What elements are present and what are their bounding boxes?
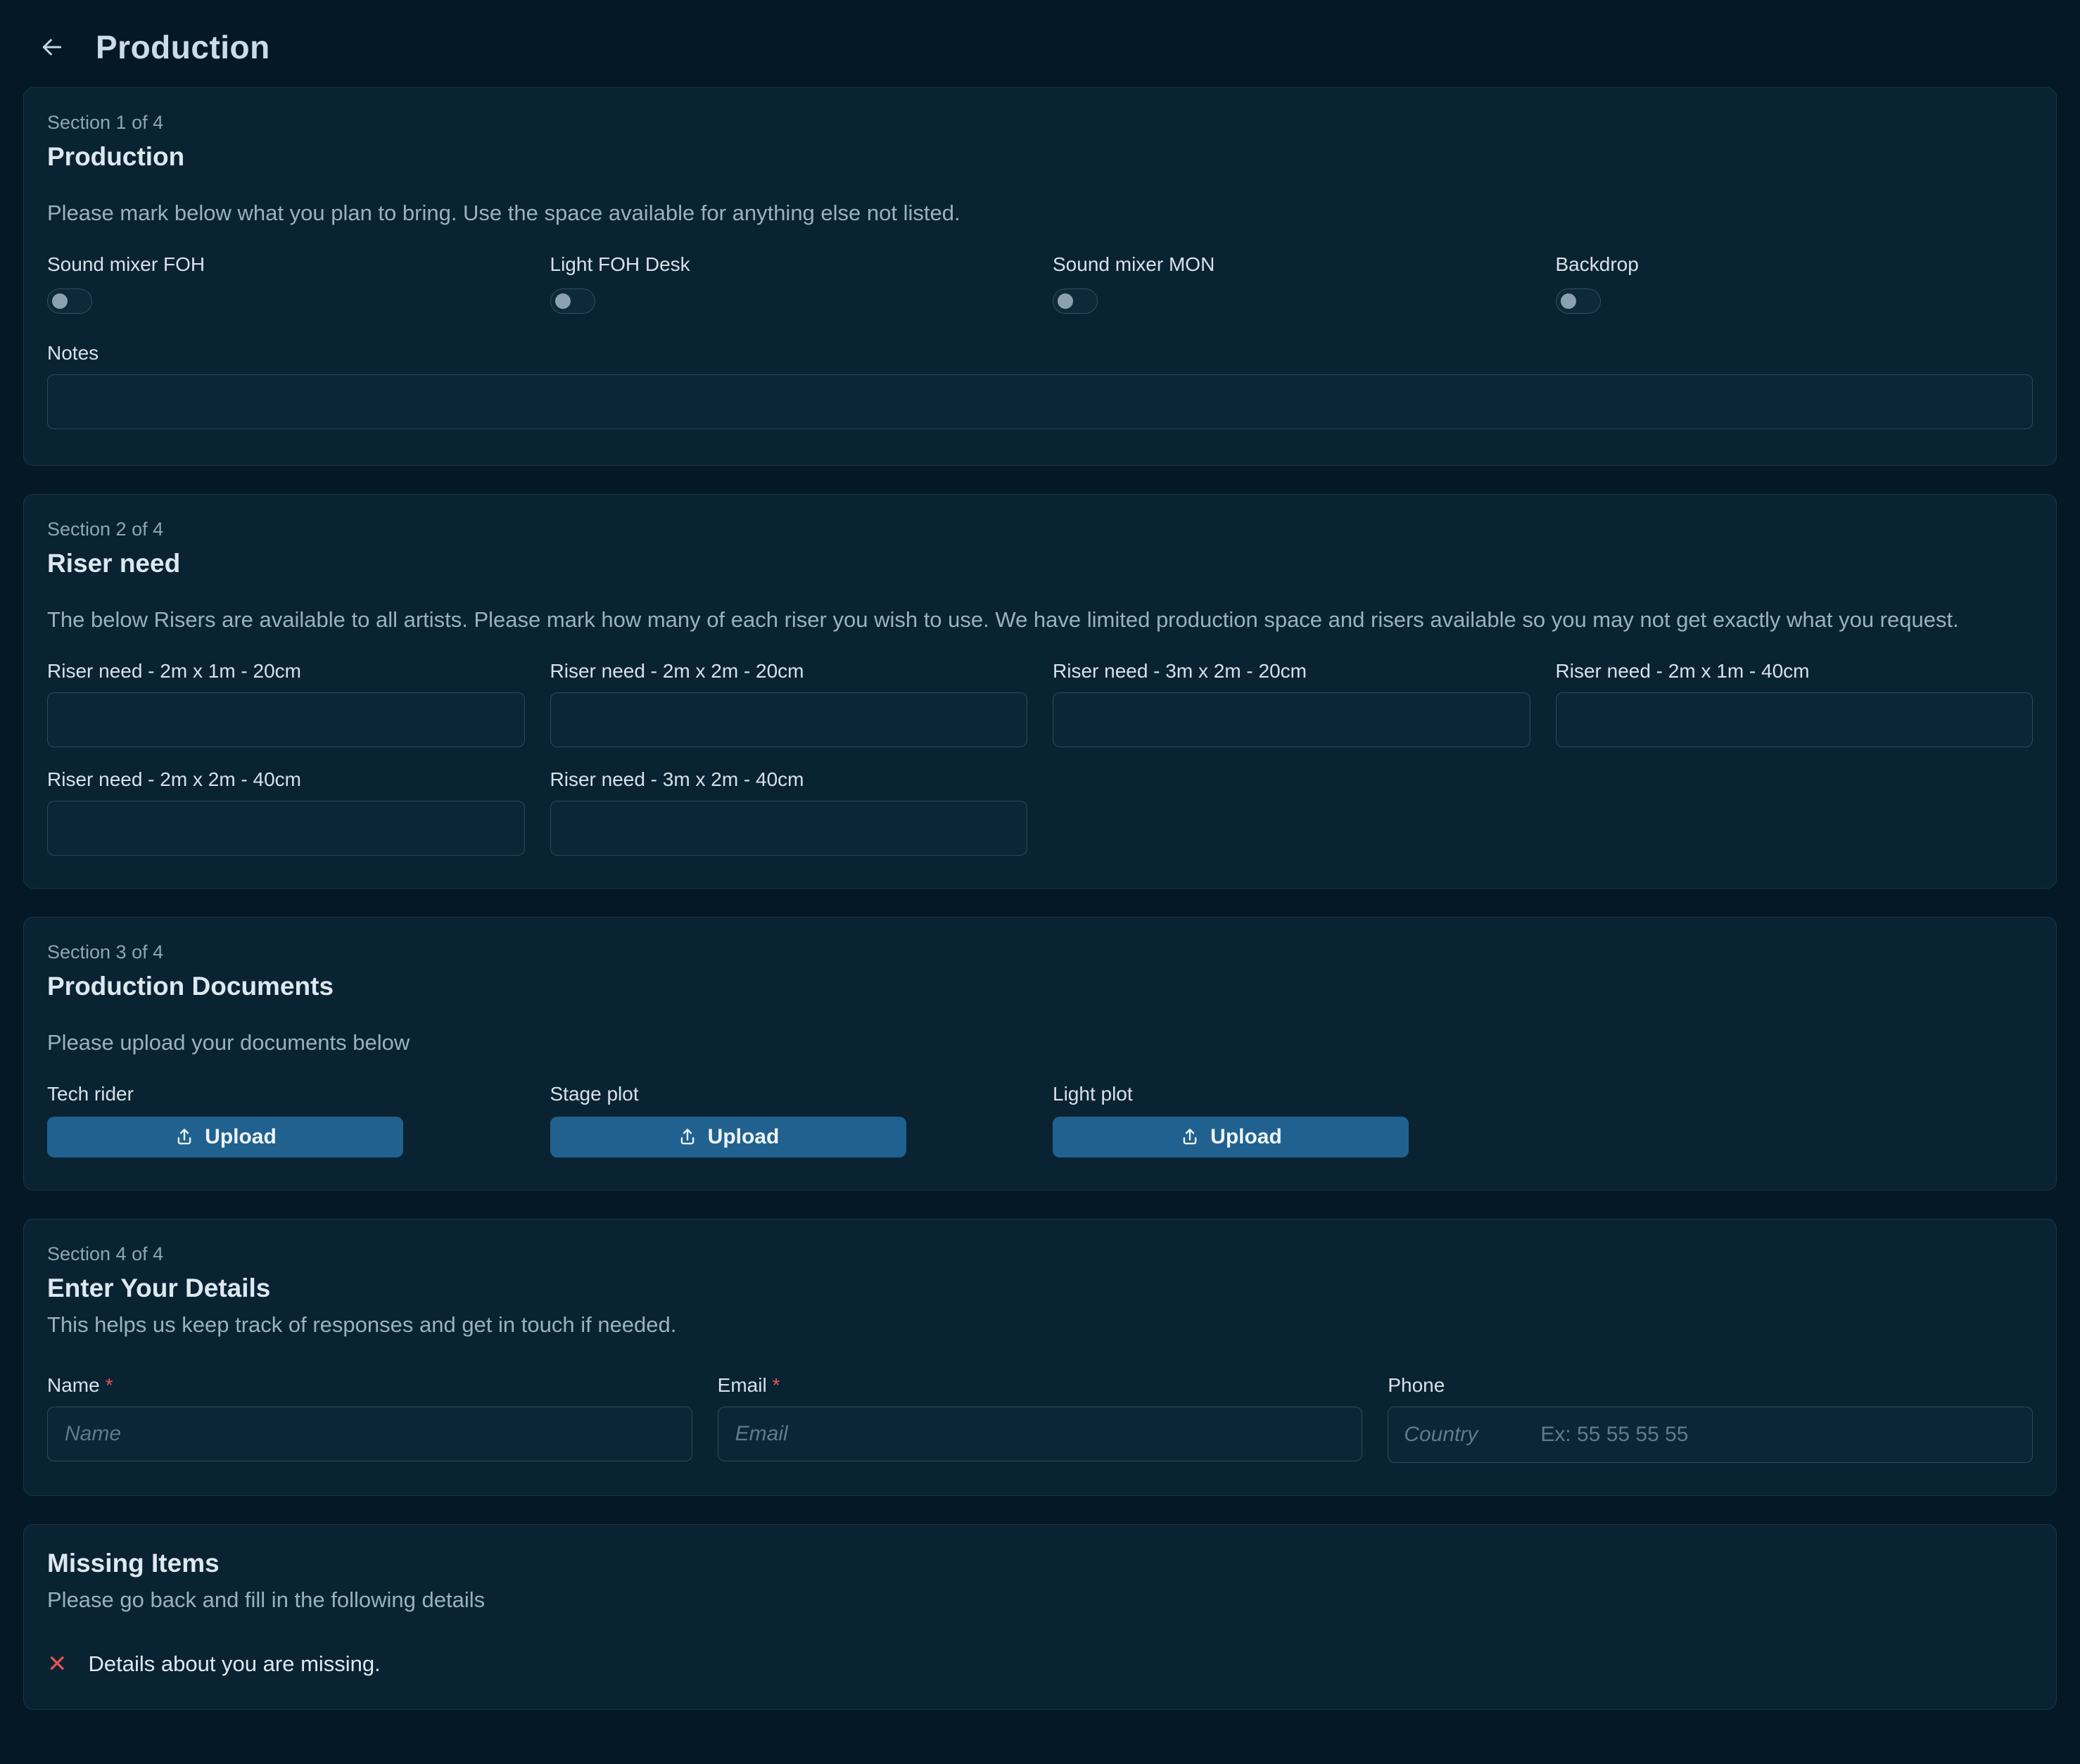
section-riser-card: Section 2 of 4 Riser need The below Rise…: [23, 494, 2057, 889]
required-asterisk: *: [773, 1374, 780, 1397]
section-title: Riser need: [47, 549, 2033, 578]
toggle-label: Light FOH Desk: [550, 253, 1028, 276]
section-step-label: Section 2 of 4: [47, 519, 2033, 540]
toggle-field-light-foh-desk: Light FOH Desk: [550, 253, 1028, 314]
name-input[interactable]: [47, 1407, 692, 1461]
upload-grid: Tech rider Upload Stage plot Upload: [47, 1083, 2033, 1157]
section-title: Production Documents: [47, 972, 2033, 1001]
notes-label: Notes: [47, 342, 2033, 364]
page-header: Production: [0, 0, 2080, 87]
page-title: Production: [96, 28, 270, 66]
section-details-card: Section 4 of 4 Enter Your Details This h…: [23, 1219, 2057, 1497]
required-asterisk: *: [106, 1374, 113, 1397]
email-input[interactable]: [718, 1407, 1363, 1461]
riser-label: Riser need - 3m x 2m - 20cm: [1053, 660, 1530, 683]
toggle-field-sound-mixer-foh: Sound mixer FOH: [47, 253, 525, 314]
missing-items-card: Missing Items Please go back and fill in…: [23, 1524, 2057, 1710]
x-icon: ✕: [47, 1652, 68, 1676]
riser-3x2-40-input[interactable]: [550, 801, 1028, 856]
riser-2x2-40-input[interactable]: [47, 801, 525, 856]
details-grid: Name * Email * Phone: [47, 1374, 2033, 1463]
back-button[interactable]: [35, 30, 69, 64]
missing-items-title: Missing Items: [47, 1549, 2033, 1578]
upload-light-plot-button[interactable]: Upload: [1053, 1117, 1409, 1157]
upload-icon: [677, 1127, 698, 1148]
riser-3x2-20-input[interactable]: [1053, 692, 1530, 747]
section-description: Please mark below what you plan to bring…: [47, 198, 2033, 228]
riser-label: Riser need - 3m x 2m - 40cm: [550, 768, 1028, 791]
upload-label: Tech rider: [47, 1083, 525, 1105]
section-title: Production: [47, 142, 2033, 172]
toggle-field-backdrop: Backdrop: [1556, 253, 2034, 314]
upload-button-label: Upload: [205, 1125, 277, 1149]
missing-item-text: Details about you are missing.: [89, 1651, 381, 1677]
notes-input[interactable]: [47, 374, 2033, 429]
email-field: Email *: [718, 1374, 1363, 1463]
riser-field: Riser need - 2m x 2m - 40cm: [47, 768, 525, 856]
upload-button-label: Upload: [708, 1125, 780, 1149]
riser-label: Riser need - 2m x 2m - 40cm: [47, 768, 525, 791]
toggle-knob: [1561, 293, 1576, 309]
phone-input-group: [1388, 1407, 2033, 1463]
toggle-backdrop[interactable]: [1556, 288, 1601, 314]
missing-item-row: ✕ Details about you are missing.: [47, 1651, 2033, 1677]
upload-label: Light plot: [1053, 1083, 1530, 1105]
section-step-label: Section 1 of 4: [47, 112, 2033, 134]
upload-label: Stage plot: [550, 1083, 1028, 1105]
toggle-label: Sound mixer FOH: [47, 253, 525, 276]
riser-2x2-20-input[interactable]: [550, 692, 1028, 747]
toggle-label: Backdrop: [1556, 253, 2034, 276]
phone-field: Phone: [1388, 1374, 2033, 1463]
upload-tech-rider-button[interactable]: Upload: [47, 1117, 403, 1157]
toggle-sound-mixer-foh[interactable]: [47, 288, 92, 314]
section-documents-card: Section 3 of 4 Production Documents Plea…: [23, 917, 2057, 1191]
upload-field-stage-plot: Stage plot Upload: [550, 1083, 1028, 1157]
riser-label: Riser need - 2m x 1m - 40cm: [1556, 660, 2034, 683]
missing-items-description: Please go back and fill in the following…: [47, 1585, 2033, 1615]
email-label: Email *: [718, 1374, 1363, 1397]
upload-button-label: Upload: [1210, 1125, 1282, 1149]
toggle-label: Sound mixer MON: [1053, 253, 1530, 276]
arrow-left-icon: [38, 33, 66, 61]
toggle-knob: [1058, 293, 1073, 309]
toggle-field-sound-mixer-mon: Sound mixer MON: [1053, 253, 1530, 314]
section-step-label: Section 3 of 4: [47, 941, 2033, 963]
label-text: Phone: [1388, 1374, 1445, 1397]
section-title: Enter Your Details: [47, 1274, 2033, 1303]
riser-grid: Riser need - 2m x 1m - 20cm Riser need -…: [47, 660, 2033, 856]
phone-number-input[interactable]: [1522, 1407, 2032, 1462]
section-description: The below Risers are available to all ar…: [47, 605, 2033, 635]
riser-label: Riser need - 2m x 2m - 20cm: [550, 660, 1028, 683]
toggle-light-foh-desk[interactable]: [550, 288, 595, 314]
riser-field: Riser need - 2m x 1m - 40cm: [1556, 660, 2034, 747]
toggle-knob: [52, 293, 68, 309]
riser-field: Riser need - 2m x 2m - 20cm: [550, 660, 1028, 747]
upload-field-light-plot: Light plot Upload: [1053, 1083, 1530, 1157]
section-step-label: Section 4 of 4: [47, 1243, 2033, 1265]
upload-icon: [174, 1127, 195, 1148]
upload-field-tech-rider: Tech rider Upload: [47, 1083, 525, 1157]
toggle-knob: [555, 293, 571, 309]
section-description: This helps us keep track of responses an…: [47, 1310, 2033, 1340]
riser-field: Riser need - 2m x 1m - 20cm: [47, 660, 525, 747]
phone-country-input[interactable]: [1388, 1407, 1522, 1462]
riser-label: Riser need - 2m x 1m - 20cm: [47, 660, 525, 683]
section-description: Please upload your documents below: [47, 1028, 2033, 1058]
section-production-card: Section 1 of 4 Production Please mark be…: [23, 87, 2057, 466]
phone-label: Phone: [1388, 1374, 2033, 1397]
production-form-page: Production Section 1 of 4 Production Ple…: [0, 0, 2080, 1710]
upload-icon: [1179, 1127, 1200, 1148]
label-text: Email: [718, 1374, 767, 1397]
toggle-sound-mixer-mon[interactable]: [1053, 288, 1098, 314]
riser-field: Riser need - 3m x 2m - 20cm: [1053, 660, 1530, 747]
toggle-grid: Sound mixer FOH Light FOH Desk Sound mix…: [47, 253, 2033, 314]
name-label: Name *: [47, 1374, 692, 1397]
notes-field: Notes: [47, 342, 2033, 433]
name-field: Name *: [47, 1374, 692, 1463]
riser-field: Riser need - 3m x 2m - 40cm: [550, 768, 1028, 856]
label-text: Name: [47, 1374, 100, 1397]
riser-2x1-20-input[interactable]: [47, 692, 525, 747]
riser-2x1-40-input[interactable]: [1556, 692, 2034, 747]
upload-stage-plot-button[interactable]: Upload: [550, 1117, 906, 1157]
